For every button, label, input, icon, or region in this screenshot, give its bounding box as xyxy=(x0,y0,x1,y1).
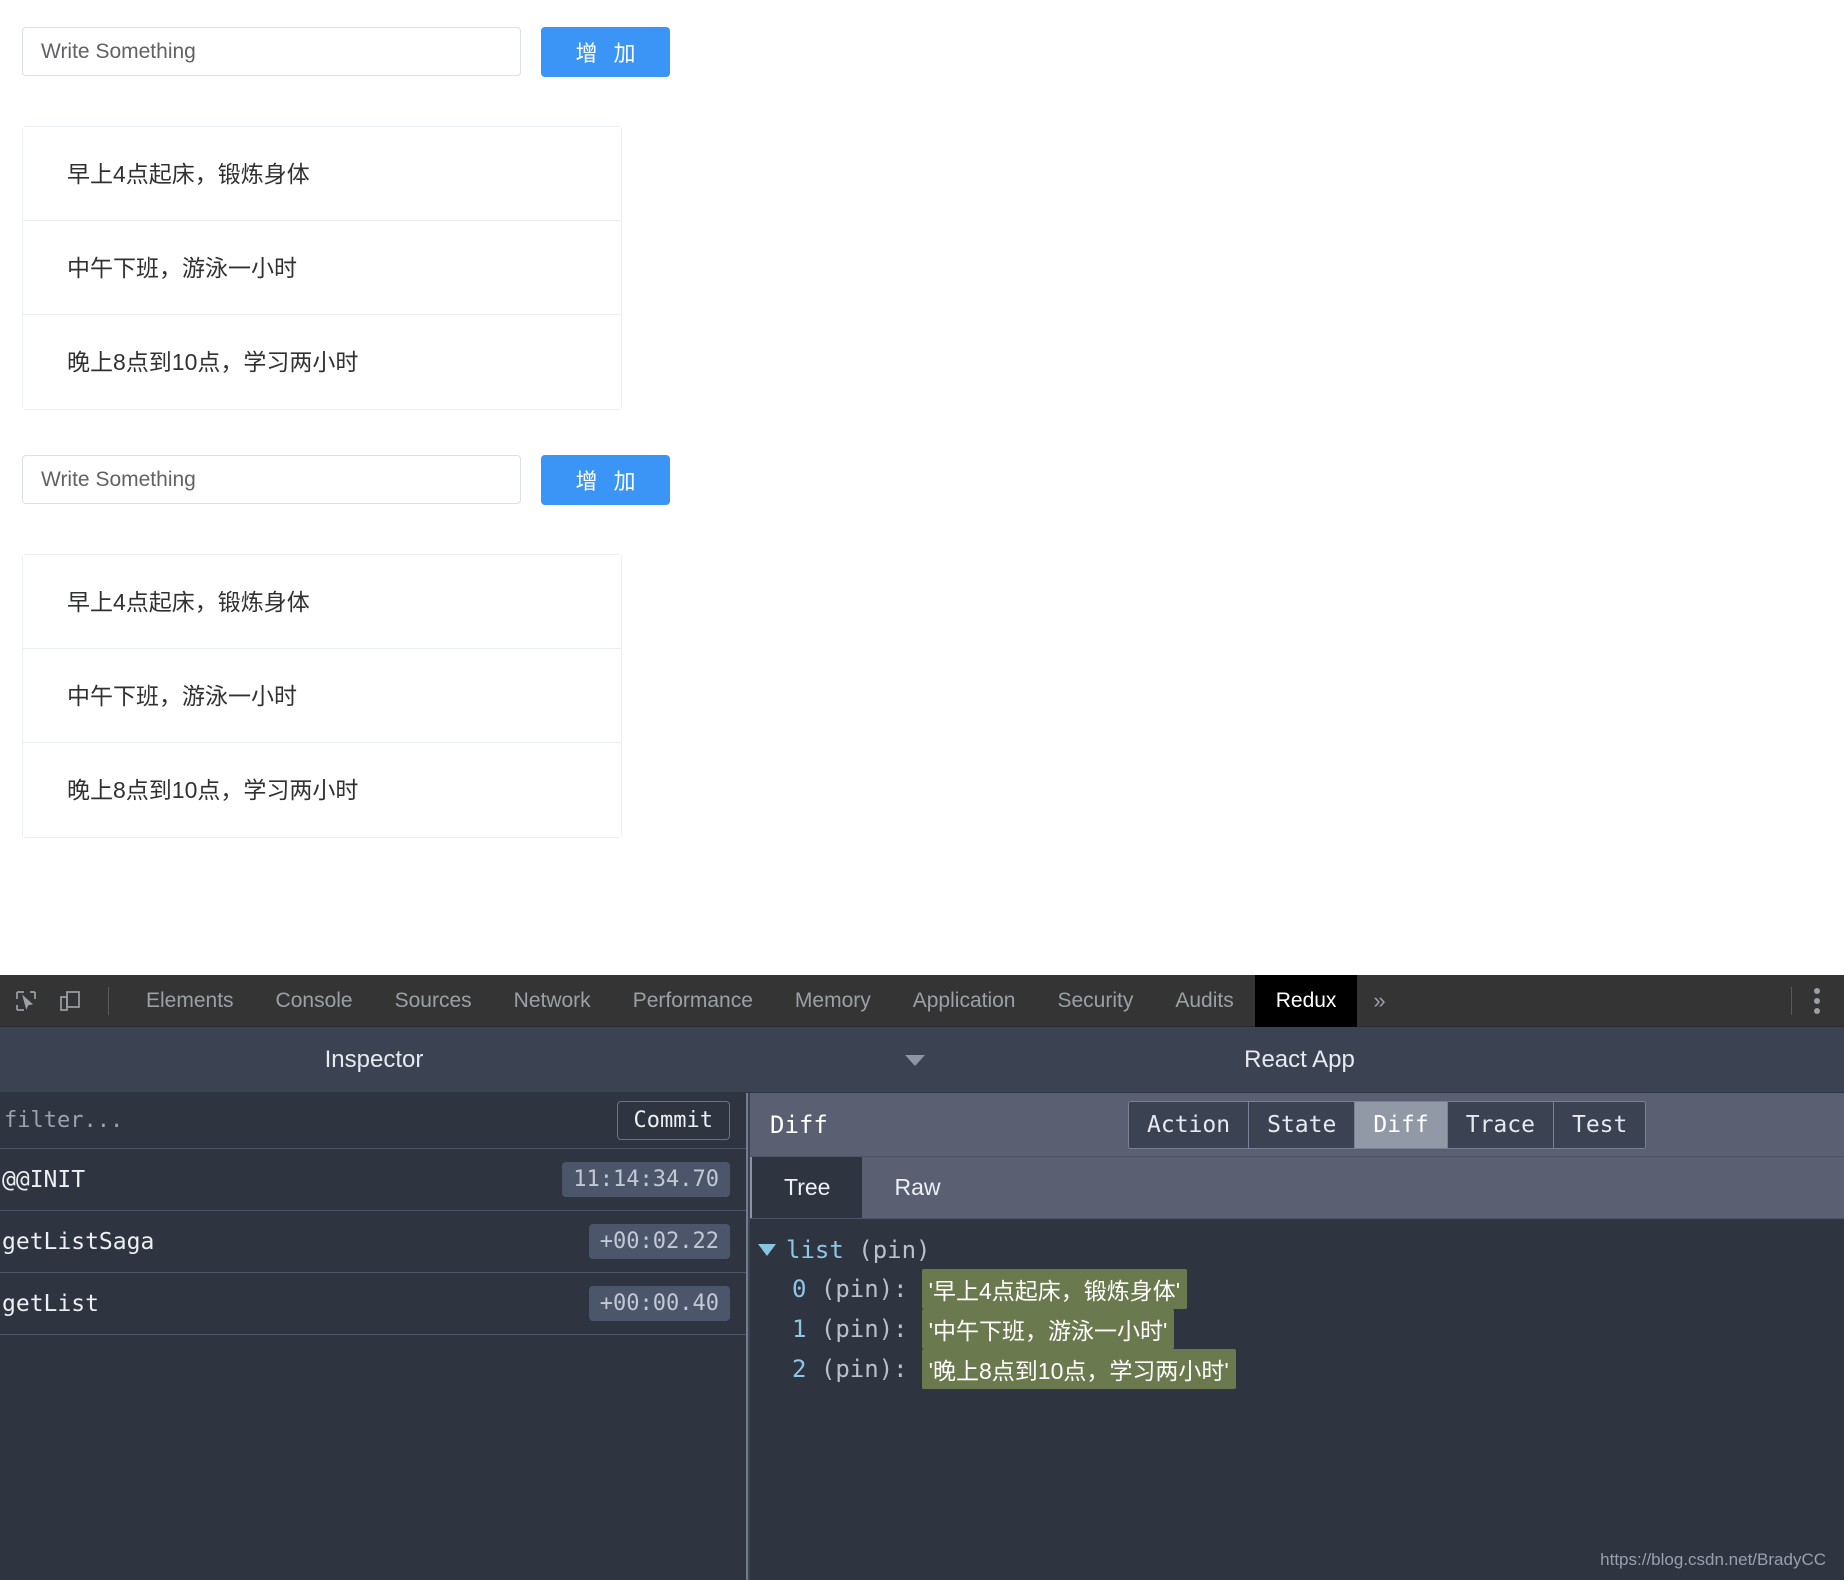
todo-list-1: 早上4点起床，锻炼身体 中午下班，游泳一小时 晚上8点到10点，学习两小时 xyxy=(22,126,622,410)
tabbar-right-divider xyxy=(1791,987,1792,1015)
tree-child-value: '早上4点起床，锻炼身体' xyxy=(921,1269,1188,1309)
inspector-panel: Commit @@INIT 11:14:34.70 getListSaga +0… xyxy=(0,1093,748,1580)
devtools-tab-network[interactable]: Network xyxy=(493,975,612,1027)
action-timestamp: 11:14:34.70 xyxy=(562,1162,730,1197)
add-todo-button-1[interactable]: 增 加 xyxy=(541,27,670,77)
devtools-tabbar-right xyxy=(1791,975,1844,1027)
todo-list-item[interactable]: 早上4点起床，锻炼身体 xyxy=(23,127,621,221)
devtools-tab-redux[interactable]: Redux xyxy=(1254,974,1358,1027)
tabbar-divider xyxy=(108,986,109,1015)
todo-list-2: 早上4点起床，锻炼身体 中午下班，游泳一小时 晚上8点到10点，学习两小时 xyxy=(22,554,622,838)
tree-root-pin: (pin) xyxy=(858,1236,931,1264)
redux-monitor-header: Inspector React App xyxy=(0,1027,1844,1093)
devtools-tab-application[interactable]: Application xyxy=(892,975,1037,1027)
tree-child-index: 1 xyxy=(792,1315,807,1343)
tree-child-node[interactable]: 0 (pin): '早上4点起床，锻炼身体' xyxy=(754,1269,1844,1309)
diff-tab-trace[interactable]: Trace xyxy=(1447,1102,1554,1148)
input-row-1: 增 加 xyxy=(0,0,670,77)
diff-subtabs: Tree Raw xyxy=(750,1157,1844,1219)
inspector-filter-bar: Commit xyxy=(0,1093,746,1149)
tree-child-pin: (pin): xyxy=(820,1315,908,1343)
action-list-item[interactable]: getListSaga +00:02.22 xyxy=(0,1211,746,1273)
diff-tab-diff[interactable]: Diff xyxy=(1355,1102,1448,1148)
todo-list-item[interactable]: 中午下班，游泳一小时 xyxy=(23,221,621,315)
todo-list-item[interactable]: 早上4点起床，锻炼身体 xyxy=(23,555,621,649)
diff-panel-label: Diff xyxy=(770,1110,828,1139)
tree-child-pin: (pin): xyxy=(820,1275,908,1303)
devtools-tab-audits[interactable]: Audits xyxy=(1154,975,1254,1027)
todo-list-item[interactable]: 晚上8点到10点，学习两小时 xyxy=(23,315,621,409)
diff-tab-test[interactable]: Test xyxy=(1553,1102,1646,1148)
todo-input-2[interactable] xyxy=(22,455,521,504)
add-todo-button-2[interactable]: 增 加 xyxy=(541,455,670,505)
subtab-raw[interactable]: Raw xyxy=(862,1157,973,1218)
action-name: @@INIT xyxy=(2,1166,86,1193)
devtools-tab-memory[interactable]: Memory xyxy=(774,975,892,1027)
todo-list-item[interactable]: 中午下班，游泳一小时 xyxy=(23,649,621,743)
watermark: https://blog.csdn.net/BradyCC xyxy=(1600,1550,1826,1569)
action-name: getList xyxy=(2,1290,99,1317)
action-name: getListSaga xyxy=(2,1228,155,1255)
tree-child-value: '晚上8点到10点，学习两小时' xyxy=(921,1349,1236,1389)
tree-child-node[interactable]: 2 (pin): '晚上8点到10点，学习两小时' xyxy=(754,1349,1844,1389)
devtools-tab-security[interactable]: Security xyxy=(1036,975,1154,1027)
devtools-tabbar: Elements Console Sources Network Perform… xyxy=(0,974,1844,1027)
react-app-title: React App xyxy=(1244,1046,1355,1073)
tree-root-node[interactable]: list (pin) xyxy=(754,1231,1844,1269)
tree-root-key: list xyxy=(786,1236,844,1264)
input-row-2: 增 加 xyxy=(0,428,670,505)
commit-button[interactable]: Commit xyxy=(616,1101,730,1140)
devtools-tab-console[interactable]: Console xyxy=(255,975,374,1027)
devtools-tab-sources[interactable]: Sources xyxy=(374,975,493,1027)
inspector-panel-title: Inspector xyxy=(324,1046,424,1073)
action-timestamp: +00:00.40 xyxy=(588,1286,730,1321)
kebab-menu-icon[interactable] xyxy=(1814,988,1820,1014)
todo-list-item[interactable]: 晚上8点到10点，学习两小时 xyxy=(23,743,621,837)
tree-child-index: 0 xyxy=(792,1275,807,1303)
diff-tab-state[interactable]: State xyxy=(1249,1102,1356,1148)
devtools-tab-performance[interactable]: Performance xyxy=(612,975,774,1027)
tree-child-pin: (pin): xyxy=(820,1355,908,1383)
devtools-tab-elements[interactable]: Elements xyxy=(125,975,255,1027)
diff-toolbar: Diff Action State Diff Trace Test xyxy=(750,1093,1844,1157)
app-viewport: 增 加 早上4点起床，锻炼身体 中午下班，游泳一小时 晚上8点到10点，学习两小… xyxy=(0,0,1844,975)
tree-child-value: '中午下班，游泳一小时' xyxy=(921,1309,1175,1349)
subtab-tree[interactable]: Tree xyxy=(750,1157,863,1218)
todo-block-1: 增 加 早上4点起床，锻炼身体 中午下班，游泳一小时 晚上8点到10点，学习两小… xyxy=(0,0,670,410)
tree-child-index: 2 xyxy=(792,1355,807,1383)
more-tabs-chevron-icon[interactable]: » xyxy=(1357,975,1401,1027)
action-timestamp: +00:02.22 xyxy=(588,1224,730,1259)
diff-tab-action[interactable]: Action xyxy=(1129,1102,1250,1148)
diff-panel: Diff Action State Diff Trace Test Tree R… xyxy=(750,1093,1844,1580)
diff-tree: list (pin) 0 (pin): '早上4点起床，锻炼身体' 1 (pin… xyxy=(750,1219,1844,1518)
devtools-panel: Elements Console Sources Network Perform… xyxy=(0,974,1844,1580)
device-toolbar-icon[interactable] xyxy=(48,979,92,1023)
tree-expand-triangle-icon[interactable] xyxy=(758,1244,776,1256)
action-list-item[interactable]: @@INIT 11:14:34.70 xyxy=(0,1149,746,1211)
diff-view-tabs: Action State Diff Trace Test xyxy=(1128,1101,1647,1149)
action-list-item[interactable]: getList +00:00.40 xyxy=(0,1273,746,1335)
todo-block-2: 增 加 早上4点起床，锻炼身体 中午下班，游泳一小时 晚上8点到10点，学习两小… xyxy=(0,428,670,838)
action-filter-input[interactable] xyxy=(0,1107,617,1134)
tree-child-node[interactable]: 1 (pin): '中午下班，游泳一小时' xyxy=(754,1309,1844,1349)
redux-monitor-body: Commit @@INIT 11:14:34.70 getListSaga +0… xyxy=(0,1093,1844,1580)
todo-input-1[interactable] xyxy=(22,27,521,76)
inspect-element-icon[interactable] xyxy=(4,979,48,1023)
